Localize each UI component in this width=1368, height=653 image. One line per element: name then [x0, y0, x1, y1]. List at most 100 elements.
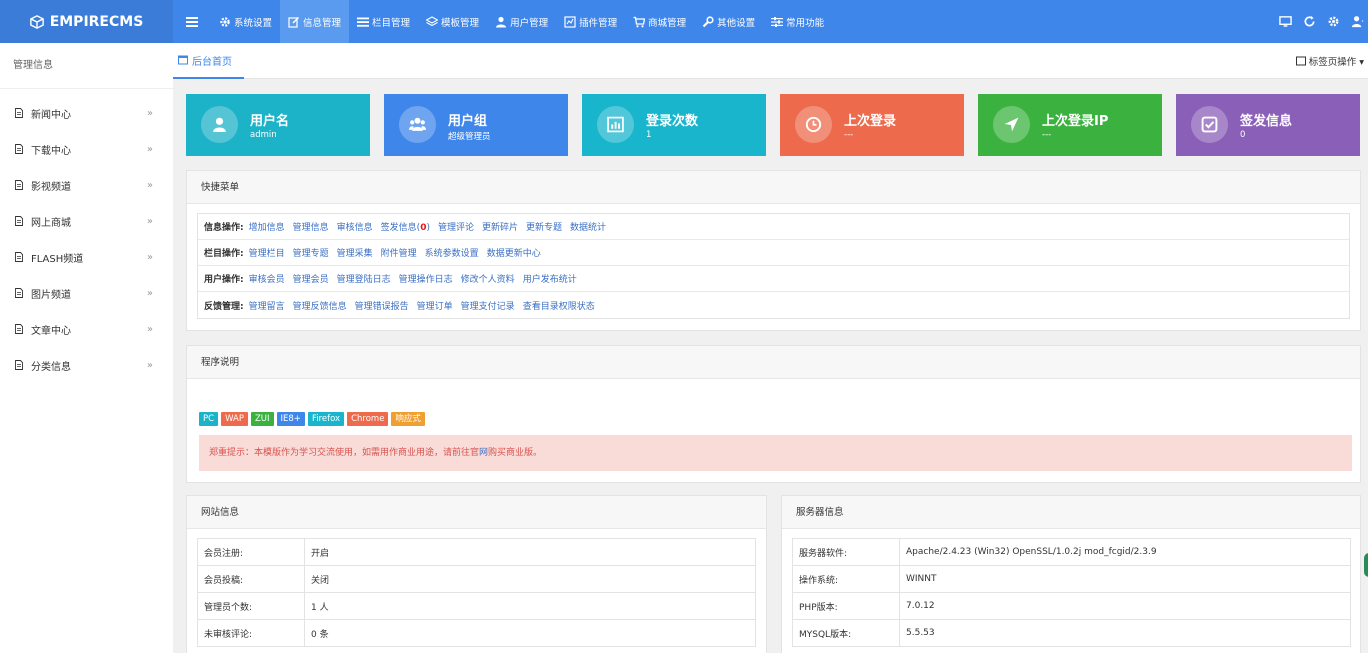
sidebar-item-online-shop[interactable]: 网上商城 » — [0, 203, 173, 239]
info-value: Apache/2.4.23 (Win32) OpenSSL/1.0.2j mod… — [899, 538, 1351, 566]
user-icon — [496, 16, 507, 27]
link-review-members[interactable]: 审核会员 — [249, 272, 285, 285]
nav-item-system-settings[interactable]: 系统设置 — [211, 0, 280, 43]
server-info-panel: 服务器信息 服务器软件: Apache/2.4.23 (Win32) OpenSS… — [781, 495, 1361, 653]
link-manage-collection[interactable]: 管理采集 — [337, 246, 373, 259]
link-directory-permissions[interactable]: 查看目录权限状态 — [523, 299, 595, 312]
user-icon[interactable] — [1351, 15, 1364, 28]
nav-item-label: 模板管理 — [441, 17, 480, 29]
nav-item-common-functions[interactable]: 常用功能 — [763, 0, 832, 43]
link-manage-topics[interactable]: 管理专题 — [293, 246, 329, 259]
sidebar-item-video-channel[interactable]: 影视频道 » — [0, 167, 173, 203]
info-key: MYSQL版本: — [792, 619, 900, 647]
tab-home[interactable]: 后台首页 — [173, 43, 244, 79]
official-site-link[interactable]: 网 — [479, 448, 488, 458]
panel-title: 网站信息 — [187, 496, 766, 529]
document-icon — [15, 108, 23, 118]
link-manage-orders[interactable]: 管理订单 — [417, 299, 453, 312]
server-info-table: 服务器软件: Apache/2.4.23 (Win32) OpenSSL/1.0.… — [792, 538, 1351, 647]
stat-cards: 用户名 admin 用户组 超级管理员 登录次数 1 上次登录 --- 上次登录… — [186, 94, 1361, 156]
stat-card-value: 超级管理员 — [448, 132, 491, 142]
tab-operations-dropdown[interactable]: 标签页操作 ▾ — [1295, 43, 1364, 79]
nav-item-label: 信息管理 — [303, 17, 342, 29]
stat-card-login-count: 登录次数 1 — [582, 94, 766, 156]
chevron-right-icon: » — [146, 107, 153, 119]
info-key: 未审核评论: — [197, 619, 305, 647]
document-icon — [15, 216, 23, 226]
stat-card-last-login: 上次登录 --- — [780, 94, 964, 156]
gear-icon[interactable] — [1327, 15, 1340, 28]
chart-icon — [597, 106, 634, 143]
sidebar-item-news-center[interactable]: 新闻中心 » — [0, 95, 173, 131]
gear-icon — [220, 16, 230, 27]
main-content: 后台首页 标签页操作 ▾ 用户名 admin 用户组 超级管理员 登录次数 1 … — [173, 43, 1368, 653]
table-row: 未审核评论: 0 条 — [197, 619, 756, 647]
nav-item-shop-management[interactable]: 商城管理 — [625, 0, 694, 43]
nav-item-column-management[interactable]: 栏目管理 — [349, 0, 418, 43]
sidebar-item-download-center[interactable]: 下载中心 » — [0, 131, 173, 167]
tab-bar: 后台首页 标签页操作 ▾ — [173, 43, 1368, 79]
nav-item-template-management[interactable]: 模板管理 — [418, 0, 487, 43]
badge-ie8: IE8+ — [276, 412, 305, 426]
sidebar-item-flash-channel[interactable]: FLASH频道 » — [0, 239, 173, 275]
quick-row-column-operations: 栏目操作: 管理栏目 管理专题 管理采集 附件管理 系统参数设置 数据更新中心 — [198, 240, 1349, 266]
stat-card-title: 上次登录 — [844, 114, 897, 129]
link-sign-info[interactable]: 签发信息(0) — [381, 220, 430, 233]
link-data-statistics[interactable]: 数据统计 — [570, 220, 606, 233]
link-payment-records[interactable]: 管理支付记录 — [461, 299, 515, 312]
notice-text: 郑重提示：本模版作为学习交流使用，如需用作商业用途，请前往官 — [209, 448, 480, 458]
sidebar-item-label: 图片频道 — [31, 289, 71, 301]
nav-item-label: 商城管理 — [648, 17, 687, 29]
link-data-update-center[interactable]: 数据更新中心 — [487, 246, 541, 259]
sidebar-item-article-center[interactable]: 文章中心 » — [0, 311, 173, 347]
info-value: WINNT — [899, 565, 1351, 593]
quick-row-label: 栏目操作: — [204, 249, 244, 259]
sign-count-badge: 0 — [420, 223, 427, 233]
stat-card-title: 签发信息 — [1240, 114, 1293, 129]
chevron-right-icon: » — [146, 323, 153, 335]
sidebar-item-label: 下载中心 — [31, 145, 71, 157]
document-icon — [15, 144, 23, 154]
document-icon — [15, 180, 23, 190]
quick-row-feedback-management: 反馈管理: 管理留言 管理反馈信息 管理错误报告 管理订单 管理支付记录 查看目… — [198, 292, 1349, 318]
window-icon — [1295, 56, 1306, 66]
link-manage-messages[interactable]: 管理留言 — [249, 299, 285, 312]
quick-row-label: 用户操作: — [204, 275, 244, 285]
link-update-fragments[interactable]: 更新碎片 — [482, 220, 518, 233]
brand-logo[interactable]: EMPIRECMS — [0, 0, 173, 43]
link-error-reports[interactable]: 管理错误报告 — [355, 299, 409, 312]
link-manage-info[interactable]: 管理信息 — [293, 220, 329, 233]
badge-wap: WAP — [221, 412, 248, 426]
link-manage-comments[interactable]: 管理评论 — [438, 220, 474, 233]
desktop-icon[interactable] — [1279, 15, 1292, 28]
link-manage-feedback[interactable]: 管理反馈信息 — [293, 299, 347, 312]
link-user-post-stats[interactable]: 用户发布统计 — [523, 272, 577, 285]
link-attachment-management[interactable]: 附件管理 — [381, 246, 417, 259]
layers-icon — [426, 15, 439, 26]
stat-card-value: --- — [1042, 130, 1052, 140]
sidebar-item-label: FLASH频道 — [31, 253, 84, 265]
nav-item-plugin-management[interactable]: 插件管理 — [556, 0, 625, 43]
menu-toggle-button[interactable] — [173, 0, 211, 43]
link-update-topics[interactable]: 更新专题 — [526, 220, 562, 233]
cart-icon — [633, 16, 646, 27]
link-login-logs[interactable]: 管理登陆日志 — [337, 272, 391, 285]
sidebar-item-image-channel[interactable]: 图片频道 » — [0, 275, 173, 311]
nav-item-user-management[interactable]: 用户管理 — [487, 0, 556, 43]
link-review-info[interactable]: 审核信息 — [337, 220, 373, 233]
link-operation-logs[interactable]: 管理操作日志 — [399, 272, 453, 285]
link-add-info[interactable]: 增加信息 — [249, 220, 285, 233]
stat-card-value: admin — [250, 130, 277, 140]
nav-item-info-management[interactable]: 信息管理 — [280, 0, 350, 43]
link-system-parameters[interactable]: 系统参数设置 — [425, 246, 479, 259]
floating-widget-handle[interactable] — [1364, 553, 1368, 577]
link-edit-profile[interactable]: 修改个人资料 — [461, 272, 515, 285]
link-manage-columns[interactable]: 管理栏目 — [249, 246, 285, 259]
sidebar-item-label: 网上商城 — [31, 217, 71, 229]
sidebar-item-classified-info[interactable]: 分类信息 » — [0, 347, 173, 383]
nav-item-other-settings[interactable]: 其他设置 — [694, 0, 763, 43]
refresh-icon[interactable] — [1303, 15, 1316, 28]
info-value: 7.0.12 — [899, 592, 1351, 620]
link-manage-members[interactable]: 管理会员 — [293, 272, 329, 285]
stat-card-title: 用户名 — [250, 114, 290, 129]
